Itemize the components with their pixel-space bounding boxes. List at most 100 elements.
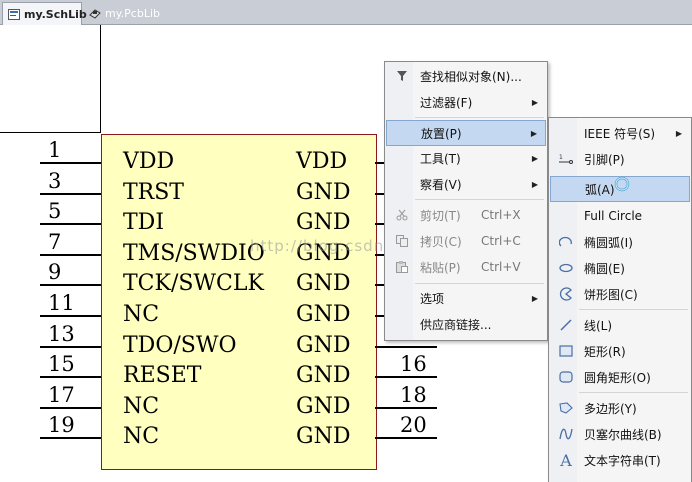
right-pin-name: GND <box>296 180 351 205</box>
menu-item-bezier[interactable]: 贝塞尔曲线(B) <box>550 422 690 446</box>
menu-item-supplier-links[interactable]: 供应商链接... <box>386 312 546 336</box>
right-pin-line[interactable] <box>375 437 437 439</box>
menu-item-ieee-symbols[interactable]: IEEE 符号(S) ▶ <box>550 121 690 145</box>
polygon-icon <box>558 400 574 416</box>
menu-item-ellipse[interactable]: 椭圆(E) <box>550 256 690 280</box>
left-pin-number: 13 <box>48 322 75 346</box>
line-icon <box>558 317 574 333</box>
submenu-arrow-icon: ▶ <box>531 97 538 107</box>
sheet-origin-horizontal-line <box>0 132 101 133</box>
left-pin-line[interactable] <box>40 437 101 439</box>
copy-icon <box>394 233 410 249</box>
menu-item-label: 供应商链接... <box>420 317 492 332</box>
scissors-icon <box>394 207 410 223</box>
left-pin-line[interactable] <box>40 284 101 286</box>
left-pin-number: 15 <box>48 352 75 376</box>
right-pin-name: GND <box>296 424 351 449</box>
menu-item-label: 椭圆(E) <box>584 261 625 276</box>
menu-item-label: IEEE 符号(S) <box>584 126 656 141</box>
menu-item-label: 贝塞尔曲线(B) <box>584 427 662 442</box>
menu-item-copy[interactable]: 拷贝(C) Ctrl+C <box>386 229 546 253</box>
left-pin-number: 9 <box>48 260 62 284</box>
menu-item-rounded-rectangle[interactable]: 圆角矩形(O) <box>550 365 690 389</box>
submenu-arrow-icon: ▶ <box>675 128 682 138</box>
left-pin-line[interactable] <box>40 254 101 256</box>
menu-item-line[interactable]: 线(L) <box>550 313 690 337</box>
rounded-rectangle-icon <box>558 369 574 385</box>
right-pin-line[interactable] <box>375 376 437 378</box>
menu-item-label: 圆角矩形(O) <box>584 370 651 385</box>
filter-icon <box>394 68 410 84</box>
left-pin-line[interactable] <box>40 346 101 348</box>
menu-separator <box>415 283 544 284</box>
menu-item-text-string[interactable]: A 文本字符串(T) <box>550 448 690 472</box>
pin-icon: 1 <box>558 151 574 167</box>
schlib-document-icon <box>8 8 20 20</box>
menu-item-label: 过滤器(F) <box>420 95 473 110</box>
menu-item-label: 矩形(R) <box>584 344 626 359</box>
shortcut-label: Ctrl+C <box>481 234 521 248</box>
left-pin-number: 19 <box>48 413 75 437</box>
menu-item-options[interactable]: 选项 ▶ <box>386 286 546 310</box>
left-pin-name: TDO/SWO <box>123 333 237 358</box>
left-pin-number: 11 <box>48 291 75 315</box>
left-pin-number: 5 <box>48 199 62 223</box>
menu-item-label: 文本字符串(T) <box>584 453 661 468</box>
menu-item-cut[interactable]: 剪切(T) Ctrl+X <box>386 203 546 227</box>
tab-my-pcblib[interactable]: my.PcbLib <box>84 2 174 24</box>
menu-item-arc[interactable]: 弧(A) <box>550 176 690 202</box>
submenu-arrow-icon: ▶ <box>531 179 538 189</box>
menu-separator <box>415 199 544 200</box>
left-pin-number: 17 <box>48 383 75 407</box>
right-pin-line[interactable] <box>375 407 437 409</box>
menu-item-label: 饼形图(C) <box>584 287 638 302</box>
pie-icon <box>558 286 574 302</box>
submenu-arrow-icon: ▶ <box>530 128 537 138</box>
menu-separator <box>579 309 688 310</box>
right-pin-name: GND <box>296 302 351 327</box>
menu-item-pin[interactable]: 1 引脚(P) <box>550 147 690 171</box>
right-pin-number: 20 <box>400 413 427 437</box>
right-pin-number: 18 <box>400 383 427 407</box>
left-pin-name: NC <box>123 394 160 419</box>
right-pin-name: GND <box>296 210 351 235</box>
menu-item-tools[interactable]: 工具(T) ▶ <box>386 146 546 170</box>
menu-item-polygon[interactable]: 多边形(Y) <box>550 396 690 420</box>
left-pin-line[interactable] <box>40 223 101 225</box>
menu-item-elliptical-arc[interactable]: 椭圆弧(I) <box>550 230 690 254</box>
menu-item-pie[interactable]: 饼形图(C) <box>550 282 690 306</box>
menu-item-full-circle[interactable]: Full Circle <box>550 204 690 228</box>
menu-item-label: 多边形(Y) <box>584 401 637 416</box>
menu-item-label: 选项 <box>420 291 445 306</box>
menu-item-rectangle[interactable]: 矩形(R) <box>550 339 690 363</box>
ellipse-icon <box>558 260 574 276</box>
pcblib-document-icon <box>89 8 101 19</box>
right-pin-line[interactable] <box>375 346 437 348</box>
tab-my-schlib[interactable]: my.SchLib <box>2 2 87 25</box>
right-pin-name: VDD <box>296 149 348 174</box>
menu-item-label: 查找相似对象(N)... <box>420 69 522 84</box>
menu-item-paste[interactable]: 粘贴(P) Ctrl+V <box>386 255 546 279</box>
menu-item-view[interactable]: 察看(V) ▶ <box>386 172 546 196</box>
menu-item-find-similar[interactable]: 查找相似对象(N)... <box>386 64 546 88</box>
left-pin-line[interactable] <box>40 376 101 378</box>
menu-item-place[interactable]: 放置(P) ▶ <box>386 120 546 146</box>
right-pin-name: GND <box>296 333 351 358</box>
paste-icon <box>394 259 410 275</box>
menu-item-label: 弧(A) <box>585 182 615 197</box>
shortcut-label: Ctrl+V <box>481 260 521 274</box>
tab-label: my.SchLib <box>24 7 87 21</box>
left-pin-name: RESET <box>123 363 202 388</box>
left-pin-line[interactable] <box>40 162 101 164</box>
left-pin-line[interactable] <box>40 193 101 195</box>
left-pin-line[interactable] <box>40 315 101 317</box>
menu-item-filter[interactable]: 过滤器(F) ▶ <box>386 90 546 114</box>
menu-item-label: 工具(T) <box>420 151 461 166</box>
menu-separator <box>579 392 688 393</box>
right-pin-number: 16 <box>400 352 427 376</box>
svg-text:1: 1 <box>559 154 563 161</box>
menu-item-label: 拷贝(C) <box>420 234 462 249</box>
left-pin-line[interactable] <box>40 407 101 409</box>
left-pin-number: 1 <box>48 138 62 162</box>
text-string-icon: A <box>560 450 572 470</box>
